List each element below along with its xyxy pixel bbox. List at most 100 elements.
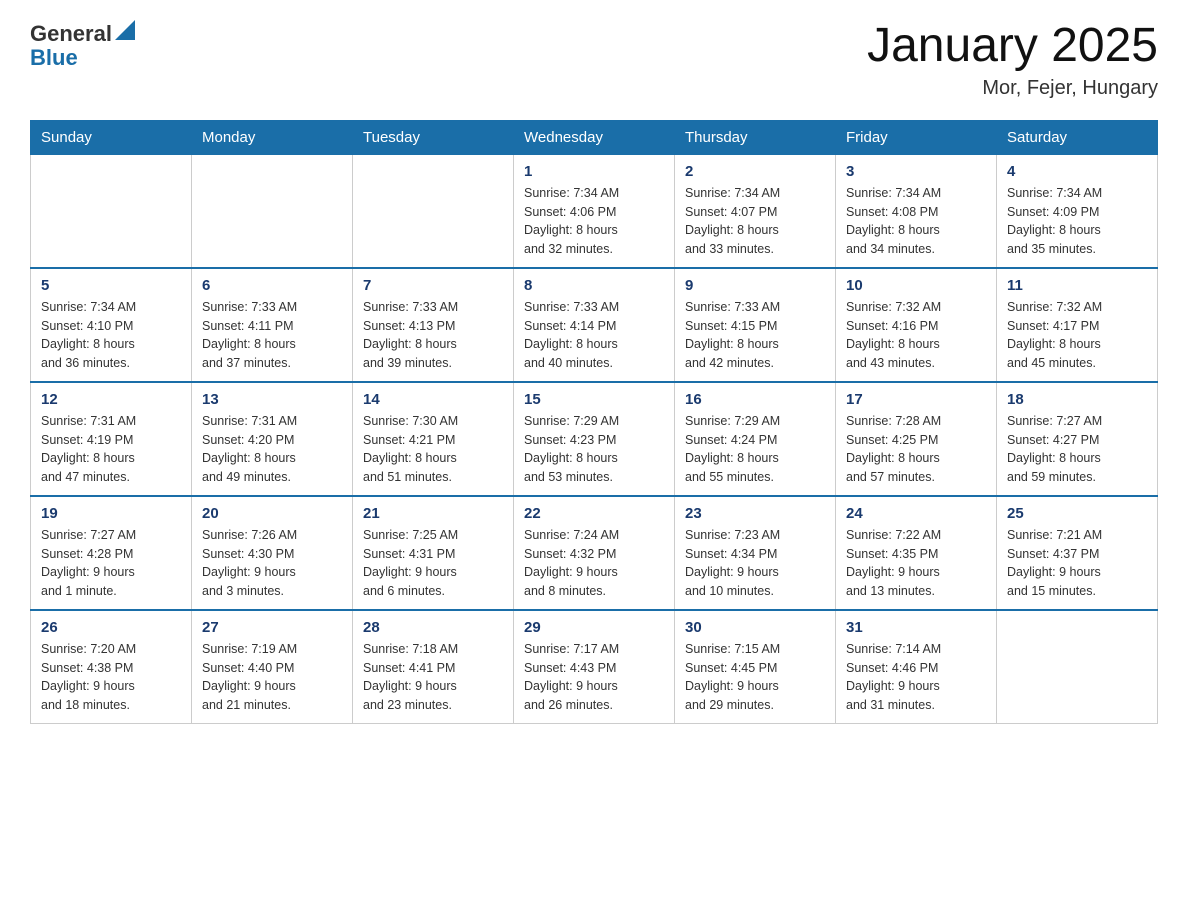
day-info: Sunrise: 7:19 AM Sunset: 4:40 PM Dayligh…: [202, 640, 342, 715]
day-info: Sunrise: 7:21 AM Sunset: 4:37 PM Dayligh…: [1007, 526, 1147, 601]
calendar-day-cell: 1 Sunrise: 7:34 AM Sunset: 4:06 PM Daylig…: [514, 154, 675, 268]
logo-top-row: General: [30, 20, 135, 47]
day-number: 24: [846, 505, 986, 522]
calendar-day-cell: [997, 610, 1158, 724]
calendar-day-cell: [353, 154, 514, 268]
day-info: Sunrise: 7:34 AM Sunset: 4:07 PM Dayligh…: [685, 184, 825, 259]
day-info: Sunrise: 7:18 AM Sunset: 4:41 PM Dayligh…: [363, 640, 503, 715]
calendar-day-cell: 8 Sunrise: 7:33 AM Sunset: 4:14 PM Daylig…: [514, 268, 675, 382]
day-info: Sunrise: 7:23 AM Sunset: 4:34 PM Dayligh…: [685, 526, 825, 601]
day-of-week-header: Monday: [192, 120, 353, 154]
day-number: 26: [41, 619, 181, 636]
calendar-day-cell: 7Sunrise: 7:33 AM Sunset: 4:13 PM Daylig…: [353, 268, 514, 382]
calendar-week-row: 12 Sunrise: 7:31 AM Sunset: 4:19 PM Dayli…: [31, 382, 1158, 496]
calendar-day-cell: 19Sunrise: 7:27 AM Sunset: 4:28 PM Dayli…: [31, 496, 192, 610]
day-number: 28: [363, 619, 503, 636]
day-number: 7: [363, 277, 503, 294]
day-info: Sunrise: 7:26 AM Sunset: 4:30 PM Dayligh…: [202, 526, 342, 601]
day-info: Sunrise: 7:33 AM Sunset: 4:11 PM Dayligh…: [202, 298, 342, 373]
day-info: Sunrise: 7:33 AM Sunset: 4:14 PM Dayligh…: [524, 298, 664, 373]
day-info: Sunrise: 7:24 AM Sunset: 4:32 PM Dayligh…: [524, 526, 664, 601]
calendar-day-cell: [192, 154, 353, 268]
calendar-day-cell: 5Sunrise: 7:34 AM Sunset: 4:10 PM Daylig…: [31, 268, 192, 382]
day-info: Sunrise: 7:31 AM Sunset: 4:19 PM Dayligh…: [41, 412, 181, 487]
day-info: Sunrise: 7:32 AM Sunset: 4:16 PM Dayligh…: [846, 298, 986, 373]
calendar-day-cell: 10Sunrise: 7:32 AM Sunset: 4:16 PM Dayli…: [836, 268, 997, 382]
day-number: 9: [685, 277, 825, 294]
calendar-day-cell: 9 Sunrise: 7:33 AM Sunset: 4:15 PM Daylig…: [675, 268, 836, 382]
day-number: 11: [1007, 277, 1147, 294]
logo-blue-text: Blue: [30, 45, 135, 71]
day-number: 8: [524, 277, 664, 294]
day-number: 4: [1007, 163, 1147, 180]
calendar-table: SundayMondayTuesdayWednesdayThursdayFrid…: [30, 120, 1158, 724]
day-number: 27: [202, 619, 342, 636]
calendar-week-row: 19Sunrise: 7:27 AM Sunset: 4:28 PM Dayli…: [31, 496, 1158, 610]
day-number: 19: [41, 505, 181, 522]
calendar-day-cell: 31 Sunrise: 7:14 AM Sunset: 4:46 PM Dayli…: [836, 610, 997, 724]
day-number: 22: [524, 505, 664, 522]
logo: General Blue: [30, 20, 135, 71]
day-info: Sunrise: 7:34 AM Sunset: 4:10 PM Dayligh…: [41, 298, 181, 373]
day-of-week-header: Saturday: [997, 120, 1158, 154]
day-number: 31: [846, 619, 986, 636]
calendar-day-cell: 6 Sunrise: 7:33 AM Sunset: 4:11 PM Daylig…: [192, 268, 353, 382]
day-info: Sunrise: 7:34 AM Sunset: 4:06 PM Dayligh…: [524, 184, 664, 259]
day-info: Sunrise: 7:17 AM Sunset: 4:43 PM Dayligh…: [524, 640, 664, 715]
day-number: 23: [685, 505, 825, 522]
day-info: Sunrise: 7:34 AM Sunset: 4:08 PM Dayligh…: [846, 184, 986, 259]
day-info: Sunrise: 7:30 AM Sunset: 4:21 PM Dayligh…: [363, 412, 503, 487]
calendar-day-cell: 16 Sunrise: 7:29 AM Sunset: 4:24 PM Dayli…: [675, 382, 836, 496]
calendar-week-row: 5Sunrise: 7:34 AM Sunset: 4:10 PM Daylig…: [31, 268, 1158, 382]
calendar-day-cell: 18Sunrise: 7:27 AM Sunset: 4:27 PM Dayli…: [997, 382, 1158, 496]
location-text: Mor, Fejer, Hungary: [867, 77, 1158, 100]
day-number: 17: [846, 391, 986, 408]
day-number: 20: [202, 505, 342, 522]
days-of-week-row: SundayMondayTuesdayWednesdayThursdayFrid…: [31, 120, 1158, 154]
calendar-day-cell: 3 Sunrise: 7:34 AM Sunset: 4:08 PM Daylig…: [836, 154, 997, 268]
calendar-day-cell: 13Sunrise: 7:31 AM Sunset: 4:20 PM Dayli…: [192, 382, 353, 496]
day-number: 21: [363, 505, 503, 522]
day-info: Sunrise: 7:29 AM Sunset: 4:23 PM Dayligh…: [524, 412, 664, 487]
day-number: 18: [1007, 391, 1147, 408]
calendar-day-cell: 27 Sunrise: 7:19 AM Sunset: 4:40 PM Dayli…: [192, 610, 353, 724]
logo-wrapper: General Blue: [30, 20, 135, 71]
day-info: Sunrise: 7:28 AM Sunset: 4:25 PM Dayligh…: [846, 412, 986, 487]
day-number: 3: [846, 163, 986, 180]
day-info: Sunrise: 7:34 AM Sunset: 4:09 PM Dayligh…: [1007, 184, 1147, 259]
day-number: 12: [41, 391, 181, 408]
calendar-header: SundayMondayTuesdayWednesdayThursdayFrid…: [31, 120, 1158, 154]
calendar-day-cell: 17 Sunrise: 7:28 AM Sunset: 4:25 PM Dayli…: [836, 382, 997, 496]
day-of-week-header: Wednesday: [514, 120, 675, 154]
calendar-day-cell: 23 Sunrise: 7:23 AM Sunset: 4:34 PM Dayli…: [675, 496, 836, 610]
calendar-day-cell: 11 Sunrise: 7:32 AM Sunset: 4:17 PM Dayli…: [997, 268, 1158, 382]
calendar-day-cell: 26 Sunrise: 7:20 AM Sunset: 4:38 PM Dayli…: [31, 610, 192, 724]
day-number: 1: [524, 163, 664, 180]
day-info: Sunrise: 7:29 AM Sunset: 4:24 PM Dayligh…: [685, 412, 825, 487]
calendar-day-cell: 29 Sunrise: 7:17 AM Sunset: 4:43 PM Dayli…: [514, 610, 675, 724]
day-info: Sunrise: 7:25 AM Sunset: 4:31 PM Dayligh…: [363, 526, 503, 601]
day-number: 16: [685, 391, 825, 408]
day-number: 29: [524, 619, 664, 636]
logo-general-text: General: [30, 21, 112, 47]
title-area: January 2025 Mor, Fejer, Hungary: [867, 20, 1158, 100]
calendar-day-cell: 14 Sunrise: 7:30 AM Sunset: 4:21 PM Dayli…: [353, 382, 514, 496]
calendar-day-cell: 2 Sunrise: 7:34 AM Sunset: 4:07 PM Daylig…: [675, 154, 836, 268]
day-info: Sunrise: 7:32 AM Sunset: 4:17 PM Dayligh…: [1007, 298, 1147, 373]
month-title: January 2025: [867, 20, 1158, 73]
day-number: 6: [202, 277, 342, 294]
page-header: General Blue January 2025 Mor, Fejer, Hu…: [30, 20, 1158, 100]
calendar-week-row: 26 Sunrise: 7:20 AM Sunset: 4:38 PM Dayli…: [31, 610, 1158, 724]
day-number: 14: [363, 391, 503, 408]
calendar-day-cell: 20 Sunrise: 7:26 AM Sunset: 4:30 PM Dayli…: [192, 496, 353, 610]
day-info: Sunrise: 7:14 AM Sunset: 4:46 PM Dayligh…: [846, 640, 986, 715]
calendar-day-cell: [31, 154, 192, 268]
calendar-day-cell: 22 Sunrise: 7:24 AM Sunset: 4:32 PM Dayli…: [514, 496, 675, 610]
day-info: Sunrise: 7:31 AM Sunset: 4:20 PM Dayligh…: [202, 412, 342, 487]
logo-triangle-icon: [115, 20, 135, 40]
day-number: 2: [685, 163, 825, 180]
day-number: 25: [1007, 505, 1147, 522]
day-of-week-header: Thursday: [675, 120, 836, 154]
day-info: Sunrise: 7:33 AM Sunset: 4:15 PM Dayligh…: [685, 298, 825, 373]
day-info: Sunrise: 7:20 AM Sunset: 4:38 PM Dayligh…: [41, 640, 181, 715]
